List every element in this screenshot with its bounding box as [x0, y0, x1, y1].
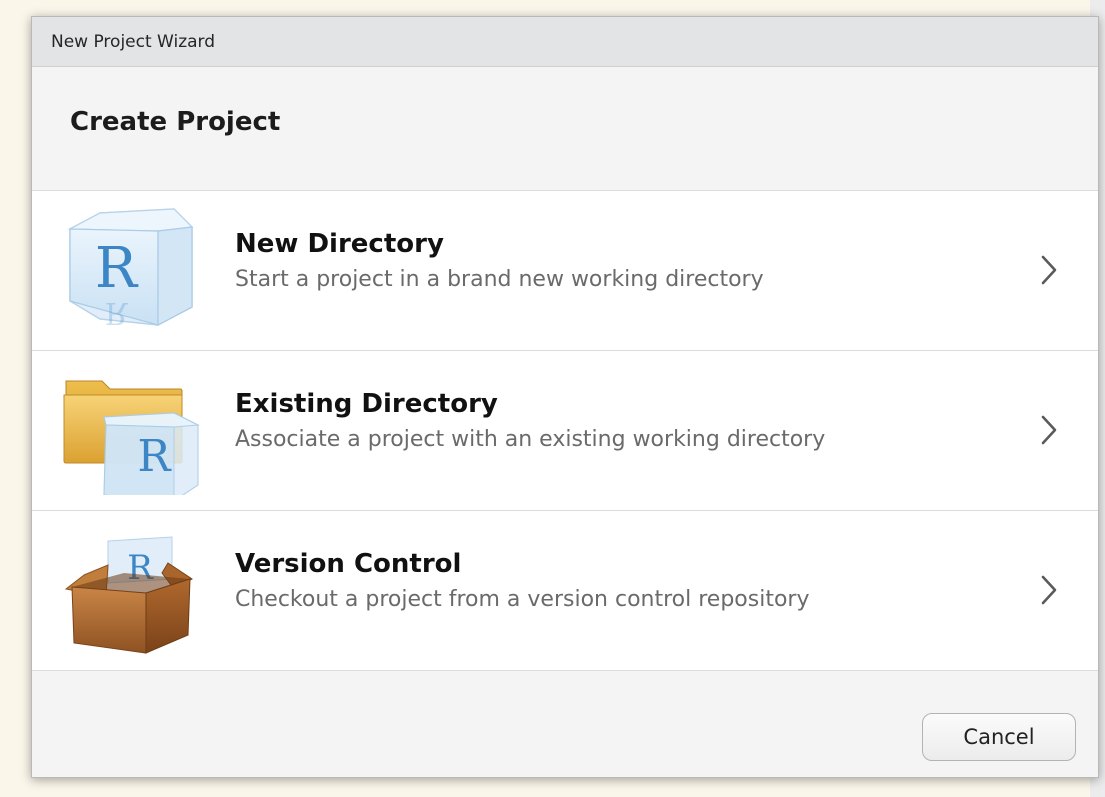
- option-new-directory[interactable]: R R New Directory Start a project in a b…: [32, 191, 1098, 351]
- chevron-right-icon: [1041, 575, 1057, 605]
- r-cube-icon: R R: [62, 207, 202, 335]
- r-letter-reflection: R: [105, 295, 129, 330]
- chevron-right-icon: [1041, 415, 1057, 445]
- dialog-header: Create Project: [32, 67, 1098, 191]
- option-description: Checkout a project from a version contro…: [235, 587, 810, 612]
- new-project-dialog: New Project Wizard Create Project R R Ne…: [31, 16, 1099, 778]
- dialog-title: New Project Wizard: [51, 32, 216, 52]
- chevron-right-icon: [1041, 255, 1057, 285]
- option-title: New Directory: [235, 229, 444, 259]
- r-letter: R: [95, 236, 139, 301]
- option-existing-directory[interactable]: R Existing Directory Associate a project…: [32, 351, 1098, 511]
- option-version-control[interactable]: R Version Control Checkout a project fro…: [32, 511, 1098, 671]
- cancel-button[interactable]: Cancel: [922, 713, 1076, 761]
- page-title: Create Project: [70, 107, 281, 137]
- folder-r-icon: R: [62, 367, 202, 502]
- option-description: Start a project in a brand new working d…: [235, 267, 764, 292]
- option-title: Existing Directory: [235, 389, 498, 419]
- r-letter: R: [137, 431, 172, 482]
- option-title: Version Control: [235, 549, 462, 579]
- option-description: Associate a project with an existing wor…: [235, 427, 826, 452]
- box-r-icon: R: [62, 527, 202, 655]
- dialog-footer: Cancel: [32, 671, 1098, 777]
- dialog-titlebar[interactable]: New Project Wizard: [32, 17, 1098, 67]
